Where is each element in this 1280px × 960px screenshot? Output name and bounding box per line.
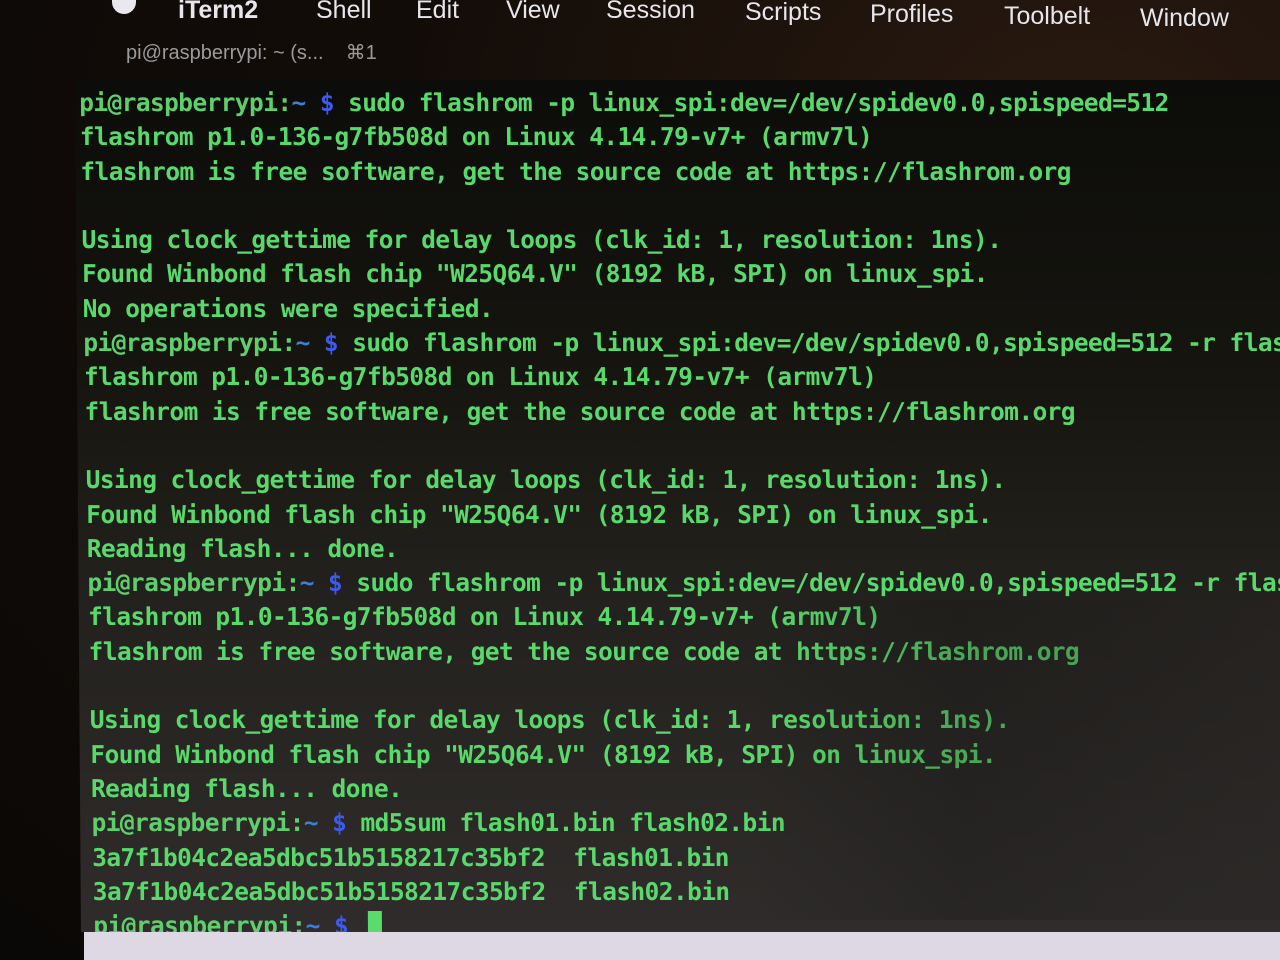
output-line: flashrom is free software, get the sourc… bbox=[84, 396, 1076, 426]
menu-scripts[interactable]: Scripts bbox=[745, 0, 821, 27]
terminal-tab[interactable]: pi@raspberrypi: ~ (s... ⌘1 bbox=[126, 40, 377, 65]
prompt-line: pi@raspberrypi:~ $ sudo flashrom -p linu… bbox=[81, 326, 1280, 360]
output-line: flashrom p1.0-136-g7fb508d on Linux 4.14… bbox=[83, 362, 877, 392]
command-text: sudo flashrom -p linux_spi:dev=/dev/spid… bbox=[352, 328, 1280, 358]
command-text: sudo flashrom -p linux_spi:dev=/dev/spid… bbox=[356, 568, 1280, 598]
prompt-user: pi@raspberrypi: bbox=[83, 328, 296, 358]
output-line: Using clock_gettime for delay loops (clk… bbox=[81, 225, 1002, 255]
tab-shortcut: ⌘1 bbox=[345, 42, 377, 64]
prompt-dir: ~ bbox=[291, 88, 306, 117]
prompt-symbol: $ bbox=[305, 88, 349, 117]
prompt-line: pi@raspberrypi:~ $ sudo flashrom -p linu… bbox=[79, 86, 1280, 120]
prompt-symbol: $ bbox=[309, 328, 353, 358]
menu-session[interactable]: Session bbox=[606, 0, 695, 25]
output-line: flashrom p1.0-136-g7fb508d on Linux 4.14… bbox=[79, 122, 873, 152]
output-line: Found Winbond flash chip "W25Q64.V" (819… bbox=[82, 259, 988, 289]
menu-edit[interactable]: Edit bbox=[416, 0, 459, 25]
output-line: Reading flash... done. bbox=[86, 533, 399, 563]
prompt-dir: ~ bbox=[299, 568, 314, 598]
output-line: Found Winbond flash chip "W25Q64.V" (819… bbox=[86, 499, 992, 529]
command-text: md5sum flash01.bin flash02.bin bbox=[360, 808, 786, 838]
output-line: No operations were specified. bbox=[82, 293, 494, 323]
prompt-user: pi@raspberrypi: bbox=[79, 88, 292, 117]
prompt-user: pi@raspberrypi: bbox=[87, 568, 300, 598]
menu-window[interactable]: Window bbox=[1140, 4, 1229, 33]
prompt-dir: ~ bbox=[303, 808, 319, 838]
menu-toolbelt[interactable]: Toolbelt bbox=[1004, 2, 1090, 31]
command-text: sudo flashrom -p linux_spi:dev=/dev/spid… bbox=[347, 88, 1169, 117]
prompt-line: pi@raspberrypi:~ $ sudo flashrom -p linu… bbox=[82, 566, 1280, 600]
menu-view[interactable]: View bbox=[506, 0, 560, 25]
output-line: flashrom is free software, get the sourc… bbox=[80, 156, 1071, 186]
window-bottom-edge bbox=[84, 932, 1280, 960]
prompt-user: pi@raspberrypi: bbox=[91, 808, 304, 838]
screen-reflection bbox=[750, 600, 1280, 920]
apple-icon[interactable] bbox=[112, 0, 136, 14]
menu-app-name[interactable]: iTerm2 bbox=[178, 0, 258, 25]
tab-title: pi@raspberrypi: ~ (s... bbox=[126, 42, 324, 64]
menu-shell[interactable]: Shell bbox=[316, 0, 372, 25]
output-line: Using clock_gettime for delay loops (clk… bbox=[85, 465, 1006, 495]
prompt-symbol: $ bbox=[317, 808, 361, 838]
menu-profiles[interactable]: Profiles bbox=[870, 0, 953, 29]
prompt-dir: ~ bbox=[295, 328, 310, 358]
menu-bar: iTerm2 Shell Edit View Session Scripts P… bbox=[0, 0, 1280, 34]
prompt-symbol: $ bbox=[313, 568, 357, 598]
